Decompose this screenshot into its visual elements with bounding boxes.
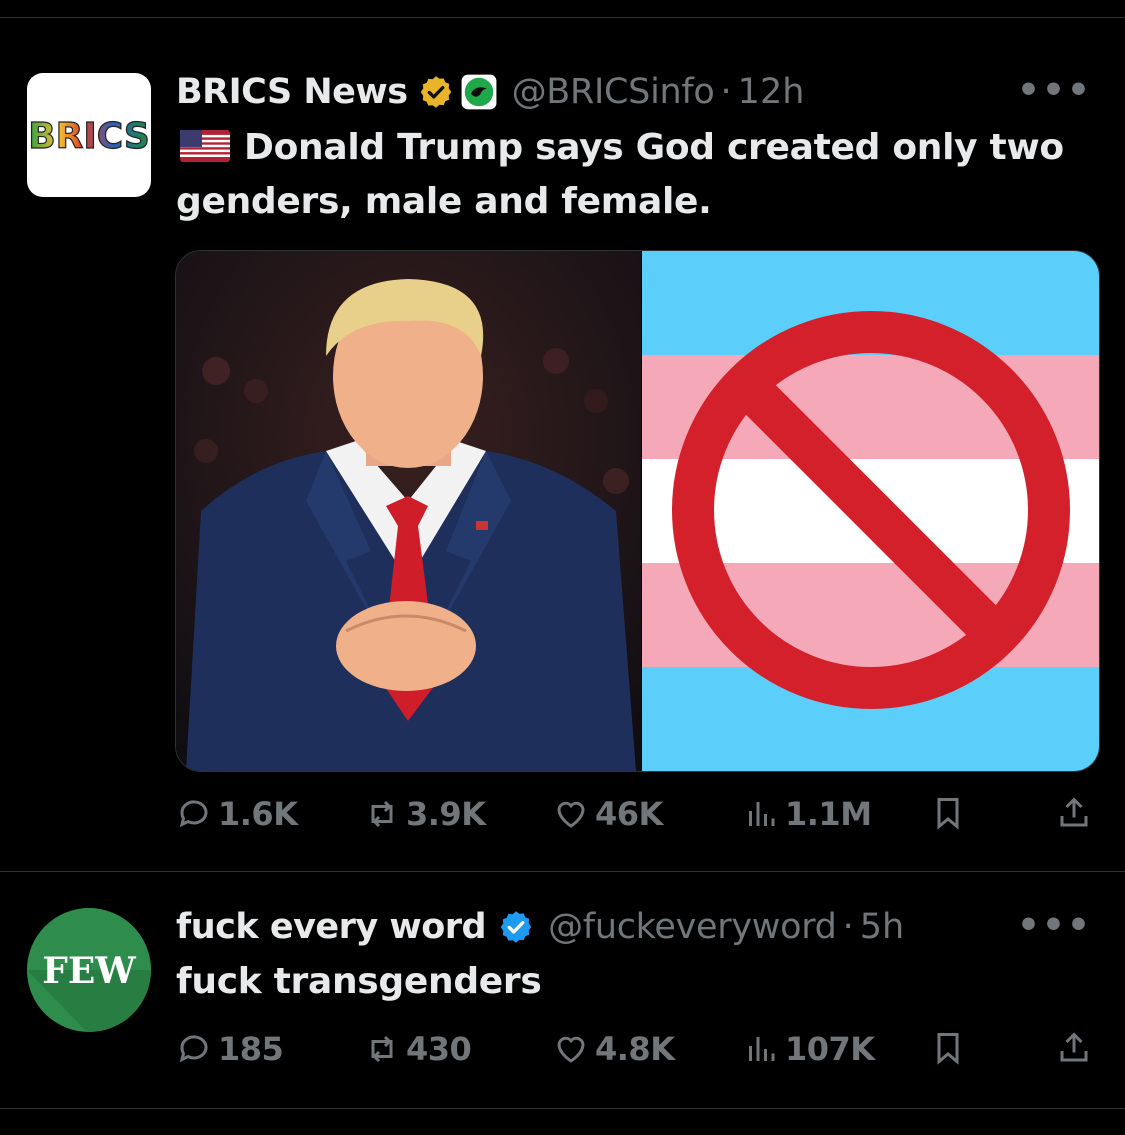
views-button[interactable]: 107K [743,1030,875,1068]
heart-icon [557,801,585,828]
view-count: 1.1M [785,795,872,833]
tweet-2-actions: 185 430 4.8K 107K [176,1030,1096,1080]
author-name[interactable]: BRICS News [176,72,408,112]
few-logo-icon: FEW [27,908,151,1032]
anti-trans-flag-image[interactable] [642,251,1099,771]
bookmark-button[interactable] [930,1030,972,1066]
author-handle[interactable]: @BRICSinfo [512,72,715,112]
more-options-icon[interactable]: ••• [1017,70,1092,111]
tweet-2-text: fuck transgenders [176,961,542,1002]
blue-verified-badge-icon[interactable] [498,909,534,945]
like-button[interactable]: 46K [553,795,663,833]
gold-verified-badge-icon[interactable] [418,74,454,110]
retweet-button[interactable]: 430 [364,1030,472,1068]
tweet-1-text: 🇺🇸 Donald Trump says God created only tw… [176,121,1096,229]
share-icon [1060,1032,1088,1062]
retweet-button[interactable]: 3.9K [364,795,486,833]
views-chart-icon [749,802,775,826]
author-name[interactable]: fuck every word [176,907,487,947]
bookmark-icon [937,798,959,830]
more-options-icon[interactable]: ••• [1017,905,1092,946]
retweet-count: 430 [406,1030,472,1068]
retweet-count: 3.9K [406,795,486,833]
bookmark-icon [937,1033,959,1065]
us-flag-graphic [180,130,230,162]
timestamp[interactable]: 12h [738,72,805,112]
tweet-1-header: BRICS News @BRICSinfo · 12h [176,70,804,114]
tweet-body: Donald Trump says God created only two g… [176,127,1064,222]
top-divider [0,17,1125,18]
views-button[interactable]: 1.1M [743,795,872,833]
views-chart-icon [749,1037,775,1061]
author-handle[interactable]: @fuckeveryword [548,907,837,947]
reply-count: 1.6K [218,795,298,833]
share-icon [1060,797,1088,827]
trump-photo[interactable] [176,251,641,771]
separator-dot: · [842,907,854,947]
separator-dot: · [720,72,732,112]
reply-count: 185 [218,1030,284,1068]
brics-avatar[interactable]: BRICS [27,73,151,197]
like-count: 46K [595,795,663,833]
affiliate-badge-icon[interactable] [460,73,498,111]
share-button[interactable] [1056,795,1098,831]
bottom-divider [0,1108,1125,1109]
reply-button[interactable]: 185 [176,1030,284,1068]
reply-icon [179,800,208,828]
tweet-2-header: fuck every word @fuckeveryword · 5h [176,905,904,949]
tweet-media[interactable] [175,250,1100,772]
reply-button[interactable]: 1.6K [176,795,298,833]
view-count: 107K [785,1030,875,1068]
share-button[interactable] [1056,1030,1098,1066]
tweet-1-actions: 1.6K 3.9K 46K 1.1M [176,795,1096,845]
like-count: 4.8K [595,1030,675,1068]
like-button[interactable]: 4.8K [553,1030,675,1068]
retweet-icon [371,1035,393,1063]
svg-text:BRICS: BRICS [28,116,150,157]
tweet-divider [0,871,1125,872]
few-avatar[interactable]: FEW [27,908,151,1032]
reply-icon [179,1035,208,1063]
bookmark-button[interactable] [930,795,972,831]
timestamp[interactable]: 5h [860,907,904,947]
svg-text:FEW: FEW [42,950,136,992]
retweet-icon [371,800,393,828]
brics-logo-icon: BRICS [28,115,151,157]
heart-icon [557,1036,585,1063]
